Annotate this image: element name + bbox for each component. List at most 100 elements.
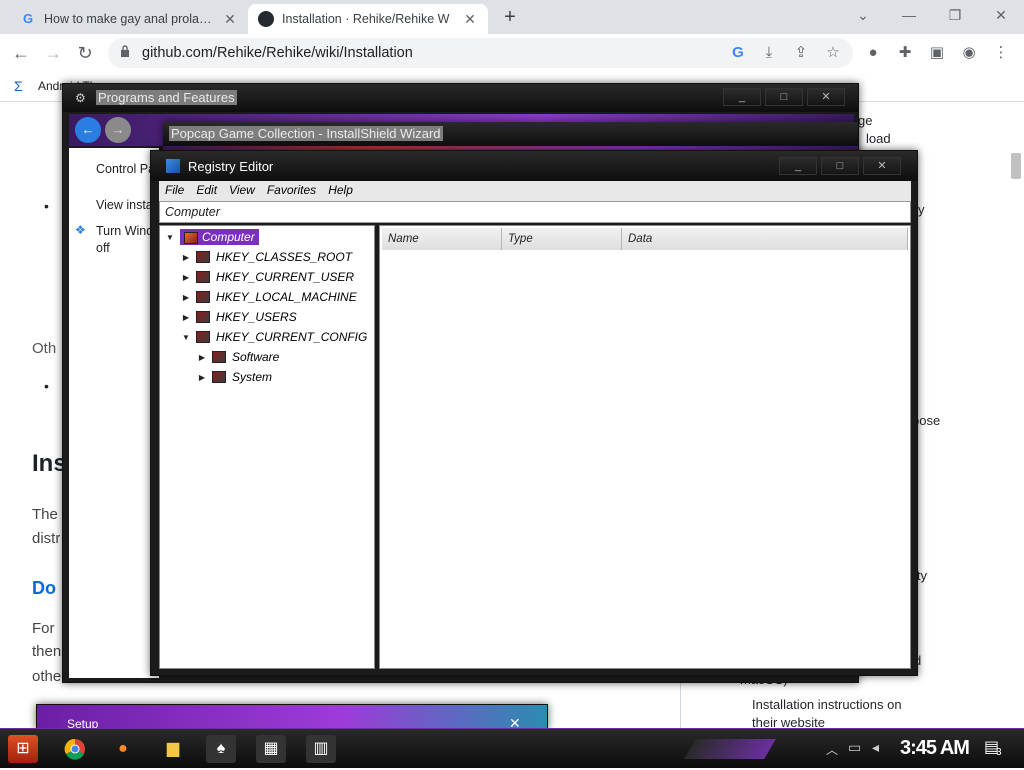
menu-view[interactable]: View <box>223 181 261 199</box>
column-type[interactable]: Type <box>502 228 622 250</box>
tree-node-system[interactable]: ▶ System <box>198 368 272 386</box>
tab-github[interactable]: Installation · Rehike/Rehike W ✕ <box>248 4 488 34</box>
forward-button[interactable]: → <box>40 41 66 65</box>
star-icon[interactable]: ☆ <box>822 42 844 64</box>
tree-node-computer[interactable]: ▼ Computer <box>166 228 259 246</box>
registry-editor-window[interactable]: Registry Editor _ □ ✕ File Edit View Favori… <box>150 150 918 676</box>
node-label: Software <box>232 350 280 364</box>
collapsed-arrow-icon[interactable]: ▶ <box>182 293 190 302</box>
notifications-count: 3 <box>996 747 1002 758</box>
computer-icon <box>184 231 198 244</box>
taskbar: ⊞ ● ▆ ♠ ▦ ▥ ︿ ▭ ◂ 3:45 AM ▤ 3 <box>0 728 1024 768</box>
column-data[interactable]: Data <box>622 228 908 250</box>
puzzle-icon[interactable]: ✚ <box>894 42 916 64</box>
minimize-button[interactable]: _ <box>779 157 817 175</box>
close-button[interactable]: ✕ <box>863 157 901 175</box>
collapsed-arrow-icon[interactable]: ▶ <box>198 373 206 382</box>
minimize-button[interactable]: _ <box>723 88 761 106</box>
tree-node-hku[interactable]: ▶ HKEY_USERS <box>182 308 297 326</box>
popcap-titlebar[interactable]: Popcap Game Collection - InstallShield W… <box>163 122 858 146</box>
text-fragment: distr <box>32 530 61 547</box>
programs-sidebar: Control Pa View insta ❖ Turn Wind off <box>69 148 159 678</box>
tree-node-hkcr[interactable]: ▶ HKEY_CLASSES_ROOT <box>182 248 352 266</box>
menu-help[interactable]: Help <box>322 181 359 199</box>
collapsed-arrow-icon[interactable]: ▶ <box>182 253 190 262</box>
scrollbar-thumb[interactable] <box>1011 153 1021 179</box>
app-icon[interactable]: ♠ <box>206 735 236 763</box>
back-button[interactable]: ← <box>8 41 34 65</box>
tab-strip: G How to make gay anal prolapse ✕ Instal… <box>0 0 1024 34</box>
tree-node-hkcu[interactable]: ▶ HKEY_CURRENT_USER <box>182 268 354 286</box>
menu-file[interactable]: File <box>159 181 190 199</box>
windows-features-icon: ❖ <box>75 223 86 237</box>
sidepanel-icon[interactable]: ▣ <box>926 42 948 64</box>
clock[interactable]: 3:45 AM <box>900 737 970 760</box>
minimize-button[interactable]: — <box>886 4 932 28</box>
regedit-title: Registry Editor <box>188 159 274 174</box>
firefox-icon[interactable]: ● <box>108 735 138 763</box>
node-label: HKEY_CURRENT_CONFIG <box>216 330 368 344</box>
folder-icon <box>196 271 210 283</box>
windows-features-link[interactable]: Turn Wind off <box>96 223 156 257</box>
link-text[interactable]: Installation instructions on their websi… <box>752 696 922 732</box>
app-icon[interactable]: ▦ <box>256 735 286 763</box>
restore-button[interactable]: ❐ <box>932 4 978 28</box>
share-icon[interactable]: ⇪ <box>790 42 812 64</box>
forward-icon[interactable]: → <box>105 117 131 143</box>
show-hidden-icons[interactable]: ︿ <box>826 741 838 758</box>
values-list[interactable]: Name Type Data <box>379 225 911 669</box>
google-lens-icon[interactable]: G <box>727 42 749 64</box>
volume-icon[interactable]: ◂ <box>872 739 879 756</box>
node-label: HKEY_LOCAL_MACHINE <box>216 290 357 304</box>
collapsed-arrow-icon[interactable]: ▶ <box>182 313 190 322</box>
maximize-button[interactable]: □ <box>821 157 859 175</box>
registry-icon <box>166 159 180 173</box>
collapsed-arrow-icon[interactable]: ▶ <box>182 273 190 282</box>
tab-title: How to make gay anal prolapse <box>44 12 214 26</box>
menu-icon[interactable]: ⋮ <box>990 42 1012 64</box>
close-button[interactable]: ✕ <box>807 88 845 106</box>
profile-icon[interactable]: ◉ <box>958 42 980 64</box>
tab-title: Installation · Rehike/Rehike W <box>282 12 450 26</box>
column-name[interactable]: Name <box>382 228 502 250</box>
extension-avatar-icon[interactable]: ● <box>862 42 884 64</box>
close-icon[interactable]: ✕ <box>222 11 238 28</box>
reload-button[interactable]: ↻ <box>72 41 98 65</box>
expanded-arrow-icon[interactable]: ▼ <box>182 333 190 342</box>
network-icon[interactable]: ▭ <box>848 739 861 756</box>
expanded-arrow-icon[interactable]: ▼ <box>166 233 174 242</box>
scrollbar[interactable] <box>1008 103 1024 728</box>
tab-google[interactable]: G How to make gay anal prolapse ✕ <box>10 4 248 34</box>
text-fragment: then <box>32 643 62 660</box>
collapsed-arrow-icon[interactable]: ▶ <box>198 353 206 362</box>
bullet: • <box>44 378 49 394</box>
address-field[interactable]: Computer <box>159 201 911 223</box>
chrome-icon[interactable] <box>60 735 90 763</box>
text-fragment: load <box>866 131 891 146</box>
tree-node-software[interactable]: ▶ Software <box>198 348 279 366</box>
node-label: HKEY_CURRENT_USER <box>216 270 355 284</box>
popcap-title: Popcap Game Collection - InstallShield W… <box>169 126 443 141</box>
menu-edit[interactable]: Edit <box>190 181 223 199</box>
view-installed-link[interactable]: View insta <box>96 198 153 212</box>
regedit-titlebar[interactable]: Registry Editor _ □ ✕ <box>151 151 917 181</box>
folder-icon <box>196 311 210 323</box>
tab-search-icon[interactable]: ⌄ <box>840 4 886 28</box>
close-icon[interactable]: ✕ <box>462 11 478 28</box>
maximize-button[interactable]: □ <box>765 88 803 106</box>
regedit-taskbar-icon[interactable]: ▥ <box>306 735 336 763</box>
setup-window[interactable]: Setup ✕ <box>36 704 548 731</box>
install-icon[interactable]: ⤓ <box>758 42 780 64</box>
programs-titlebar[interactable]: ⚙ Programs and Features _ □ ✕ <box>63 84 858 112</box>
menu-bar: File Edit View Favorites Help <box>159 181 911 201</box>
tree-node-hkcc[interactable]: ▼ HKEY_CURRENT_CONFIG <box>182 328 367 346</box>
back-icon[interactable]: ← <box>75 117 101 143</box>
folder-icon <box>212 351 226 363</box>
folder-icon[interactable]: ▆ <box>158 735 188 763</box>
start-button[interactable]: ⊞ <box>8 735 38 763</box>
menu-favorites[interactable]: Favorites <box>261 181 322 199</box>
control-panel-link[interactable]: Control Pa <box>96 162 155 176</box>
close-window-button[interactable]: ✕ <box>978 4 1024 28</box>
new-tab-button[interactable]: + <box>498 6 522 30</box>
tree-node-hklm[interactable]: ▶ HKEY_LOCAL_MACHINE <box>182 288 357 306</box>
